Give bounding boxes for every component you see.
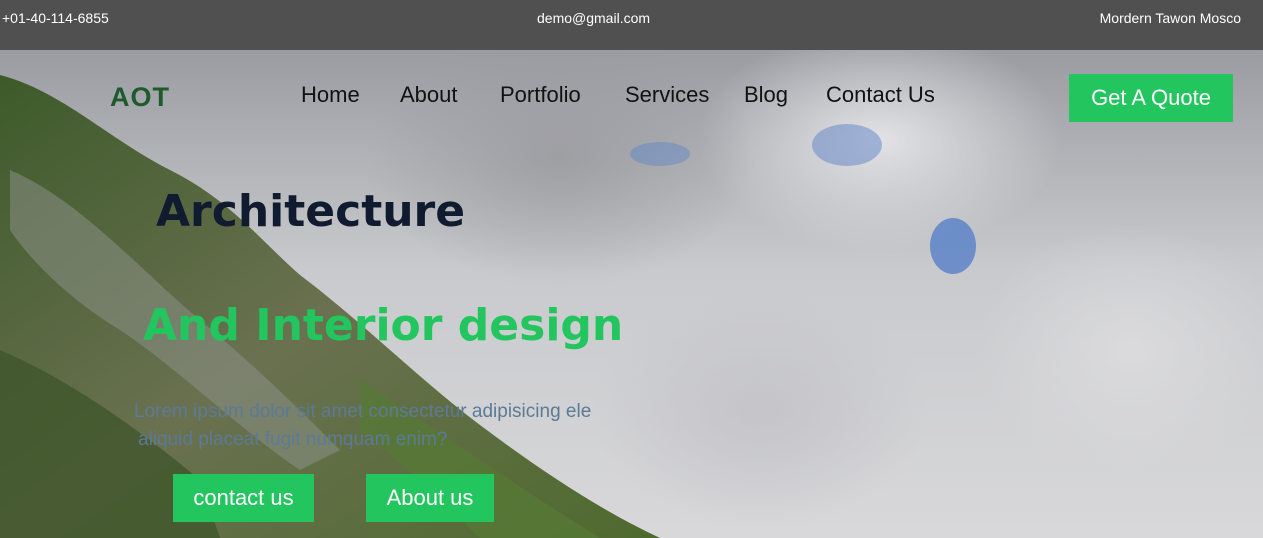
nav-item-blog[interactable]: Blog [744, 82, 788, 108]
nav-item-about[interactable]: About [400, 82, 458, 108]
email-address[interactable]: demo@gmail.com [537, 10, 650, 26]
hero-title-line1: Architecture [156, 186, 466, 237]
hero-background [0, 50, 1263, 538]
nav-item-services[interactable]: Services [625, 82, 709, 108]
top-info-bar: +01-40-114-6855 demo@gmail.com Mordern T… [0, 0, 1263, 50]
phone-number: +01-40-114-6855 [2, 10, 109, 26]
about-us-button[interactable]: About us [366, 474, 494, 522]
nav-item-portfolio[interactable]: Portfolio [500, 82, 581, 108]
contact-us-button[interactable]: contact us [173, 474, 314, 522]
hero-title-line2: And Interior design [143, 300, 624, 351]
hero-description: Lorem ipsum dolor sit amet consectetur a… [134, 398, 644, 454]
nav-item-home[interactable]: Home [301, 82, 360, 108]
hero-description-line2: aliquid placeat fugit numquam enim? [138, 429, 448, 450]
hero-description-line1: Lorem ipsum dolor sit amet consectetur a… [134, 401, 592, 422]
get-a-quote-button[interactable]: Get A Quote [1069, 74, 1233, 122]
nav-item-contact-us[interactable]: Contact Us [826, 82, 935, 108]
mountain-slope-image [0, 75, 660, 538]
address-text: Mordern Tawon Mosco [1099, 10, 1241, 26]
site-logo[interactable]: AOT [110, 82, 170, 113]
